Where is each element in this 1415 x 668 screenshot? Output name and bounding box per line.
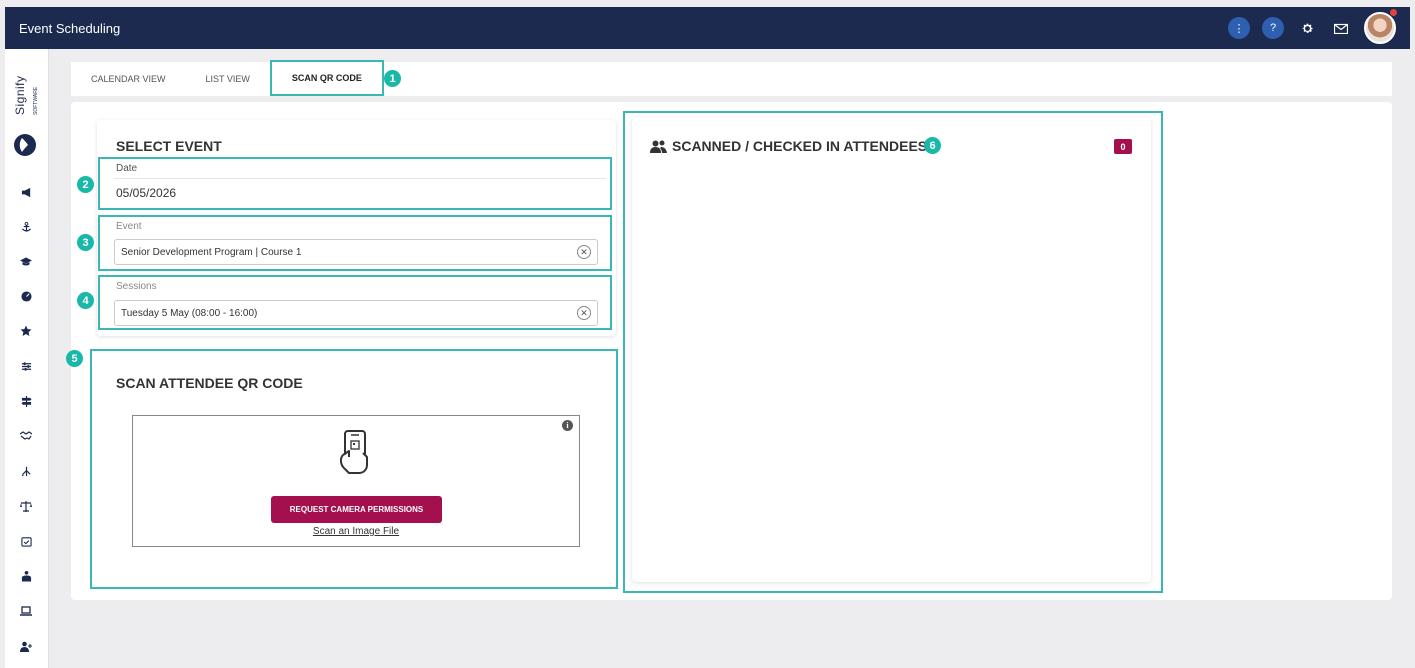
logo-subtext: SOFTWARE (33, 86, 39, 115)
logo-mark-icon (14, 134, 36, 156)
header-actions: ⋮ ? (1228, 9, 1397, 44)
sessions-label: Sessions (116, 281, 157, 292)
sessions-select[interactable]: Tuesday 5 May (08:00 - 16:00) ✕ (114, 300, 598, 326)
users-icon (650, 140, 667, 153)
sidebar: Signify SOFTWARE (5, 49, 49, 668)
date-label: Date (116, 163, 138, 174)
info-icon[interactable]: i (562, 420, 573, 431)
graduation-cap-icon[interactable] (17, 252, 35, 270)
annotation-marker-1: 1 (384, 70, 401, 87)
annotation-marker-5: 5 (66, 350, 83, 367)
signpost-icon[interactable] (17, 392, 35, 410)
top-bar: Event Scheduling ⋮ ? (5, 7, 1410, 49)
user-tie-icon[interactable] (17, 567, 35, 585)
anchor-icon[interactable] (17, 218, 35, 236)
handshake-icon[interactable] (17, 427, 35, 445)
request-camera-permissions-button[interactable]: REQUEST CAMERA PERMISSIONS (271, 496, 442, 523)
mail-icon[interactable] (1330, 17, 1352, 39)
view-tabs: CALENDAR VIEW LIST VIEW SCAN QR CODE (71, 60, 1392, 96)
more-options-button[interactable]: ⋮ (1228, 17, 1250, 39)
date-value: 05/05/2026 (116, 186, 177, 200)
app-title: Event Scheduling (19, 20, 121, 36)
megaphone-icon[interactable] (17, 183, 35, 201)
annotation-marker-4: 4 (77, 292, 94, 309)
tab-calendar-view[interactable]: CALENDAR VIEW (71, 62, 186, 96)
gear-icon[interactable] (1296, 17, 1318, 39)
notification-dot (1390, 9, 1397, 16)
sessions-clear-icon[interactable]: ✕ (577, 306, 591, 320)
event-label: Event (116, 221, 142, 232)
star-icon[interactable] (17, 322, 35, 340)
help-button[interactable]: ? (1262, 17, 1284, 39)
attendees-title: SCANNED / CHECKED IN ATTENDEES (672, 138, 928, 154)
scales-icon[interactable] (17, 497, 35, 515)
user-avatar[interactable] (1364, 9, 1397, 44)
sessions-select-value: Tuesday 5 May (08:00 - 16:00) (121, 307, 258, 319)
calendar-check-icon[interactable] (17, 532, 35, 550)
event-select[interactable]: Senior Development Program | Course 1 ✕ (114, 239, 598, 265)
sliders-icon[interactable] (17, 357, 35, 375)
scan-image-file-link[interactable]: Scan an Image File (133, 526, 579, 537)
speedometer-icon[interactable] (17, 287, 35, 305)
tab-list-view[interactable]: LIST VIEW (186, 62, 270, 96)
annotation-marker-3: 3 (77, 234, 94, 251)
attendee-count-badge: 0 (1114, 139, 1132, 154)
date-input[interactable] (114, 178, 606, 206)
event-clear-icon[interactable]: ✕ (577, 245, 591, 259)
annotation-marker-6: 6 (924, 137, 941, 154)
event-select-value: Senior Development Program | Course 1 (121, 246, 302, 258)
phone-scan-icon (339, 430, 368, 474)
brand-logo[interactable]: Signify SOFTWARE (5, 67, 49, 157)
annotation-marker-2: 2 (77, 176, 94, 193)
qr-scanner-area: i REQUEST CAMERA PERMISSIONS Scan an Ima… (132, 415, 580, 547)
laptop-icon[interactable] (17, 602, 35, 620)
scan-title: SCAN ATTENDEE QR CODE (116, 375, 303, 391)
select-event-title: SELECT EVENT (116, 138, 222, 154)
logo-text: Signify (13, 75, 27, 115)
user-add-icon[interactable] (17, 637, 35, 655)
hierarchy-icon[interactable] (17, 462, 35, 480)
tab-scan-qr-code[interactable]: SCAN QR CODE (269, 60, 384, 96)
attendees-highlight (623, 111, 1163, 593)
